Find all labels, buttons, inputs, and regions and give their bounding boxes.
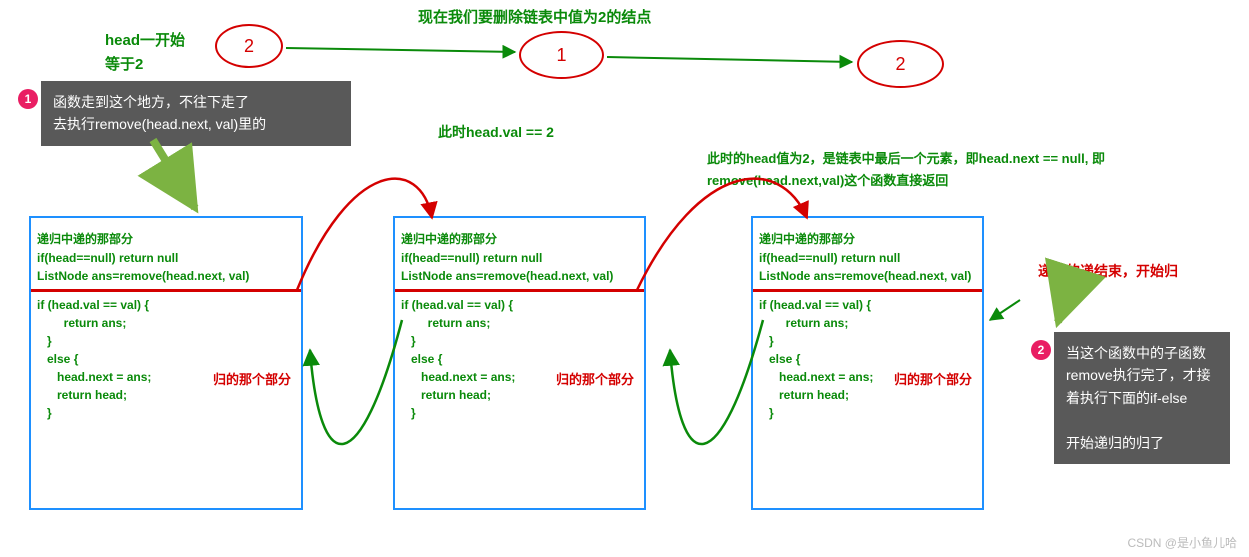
code-line: if (head.val == val) {: [37, 298, 295, 312]
list-arrow-2-icon: [607, 57, 852, 62]
head-label-line2: 等于2: [105, 53, 185, 77]
list-node-3: 2: [857, 40, 944, 88]
code-line: ListNode ans=remove(head.next, val): [401, 269, 638, 283]
right-note: 此时的head值为2，是链表中最后一个元素，即head.next == null…: [707, 148, 1227, 192]
code-line: if (head.val == val) {: [401, 298, 638, 312]
diagram-title: 现在我们要删除链表中值为2的结点: [418, 6, 651, 27]
code-line: if (head.val == val) {: [759, 298, 976, 312]
code-line: return head;: [37, 388, 295, 402]
callout1-arrow-icon: [153, 140, 195, 208]
list-node-2: 1: [519, 31, 604, 79]
callout1-line2: 去执行remove(head.next, val)里的: [53, 113, 339, 135]
code-line: }: [37, 406, 295, 420]
return-label: 归的那个部分: [213, 369, 291, 388]
code-box-1: 递归中递的那部分 if(head==null) return null List…: [29, 216, 303, 510]
node-value: 1: [556, 45, 566, 66]
list-arrow-1-icon: [286, 48, 515, 52]
code-line: if(head==null) return null: [759, 251, 976, 265]
step-badge-1: 1: [18, 89, 38, 109]
code-header: 递归中递的那部分: [401, 230, 638, 247]
code-line: if(head==null) return null: [37, 251, 295, 265]
code-line: }: [759, 334, 976, 348]
code-line: }: [37, 334, 295, 348]
code-line: return head;: [759, 388, 976, 402]
code-line: else {: [401, 352, 638, 366]
recursion-return-arrow-2-icon: [310, 320, 402, 444]
code-line: if(head==null) return null: [401, 251, 638, 265]
code-line: }: [759, 406, 976, 420]
list-node-1: 2: [215, 24, 283, 68]
rec-end-pointer-icon: [990, 300, 1020, 320]
return-label: 归的那个部分: [894, 369, 972, 388]
code-header: 递归中递的那部分: [37, 230, 295, 247]
recursion-return-arrow-1-icon: [670, 320, 763, 444]
return-label: 归的那个部分: [556, 369, 634, 388]
code-header: 递归中递的那部分: [759, 230, 976, 247]
divider-icon: [753, 289, 982, 292]
code-line: return head;: [401, 388, 638, 402]
divider-icon: [31, 289, 301, 292]
code-box-2: 递归中递的那部分 if(head==null) return null List…: [393, 216, 646, 510]
code-line: ListNode ans=remove(head.next, val): [759, 269, 976, 283]
node-value: 2: [895, 54, 905, 75]
code-line: return ans;: [759, 316, 976, 330]
callout2-arrow-icon: [1058, 278, 1072, 322]
code-line: else {: [37, 352, 295, 366]
divider-icon: [395, 289, 644, 292]
code-line: return ans;: [401, 316, 638, 330]
step-badge-2: 2: [1031, 340, 1051, 360]
head-label-line1: head一开始: [105, 29, 185, 53]
callout1-line1: 函数走到这个地方，不往下走了: [53, 91, 339, 113]
code-line: else {: [759, 352, 976, 366]
recursion-end-label: 递归的递结束，开始归: [1038, 261, 1178, 281]
callout-step2: 当这个函数中的子函数remove执行完了，才接着执行下面的if-else 开始递…: [1054, 332, 1230, 464]
code-line: return ans;: [37, 316, 295, 330]
code-line: }: [401, 334, 638, 348]
code-line: }: [401, 406, 638, 420]
node-value: 2: [244, 36, 254, 57]
code-box-3: 递归中递的那部分 if(head==null) return null List…: [751, 216, 984, 510]
mid-note: 此时head.val == 2: [438, 122, 554, 142]
watermark: CSDN @是小鱼儿哈: [1127, 534, 1237, 551]
head-label: head一开始 等于2: [105, 29, 185, 77]
callout-step1: 函数走到这个地方，不往下走了 去执行remove(head.next, val)…: [41, 81, 351, 146]
code-line: ListNode ans=remove(head.next, val): [37, 269, 295, 283]
